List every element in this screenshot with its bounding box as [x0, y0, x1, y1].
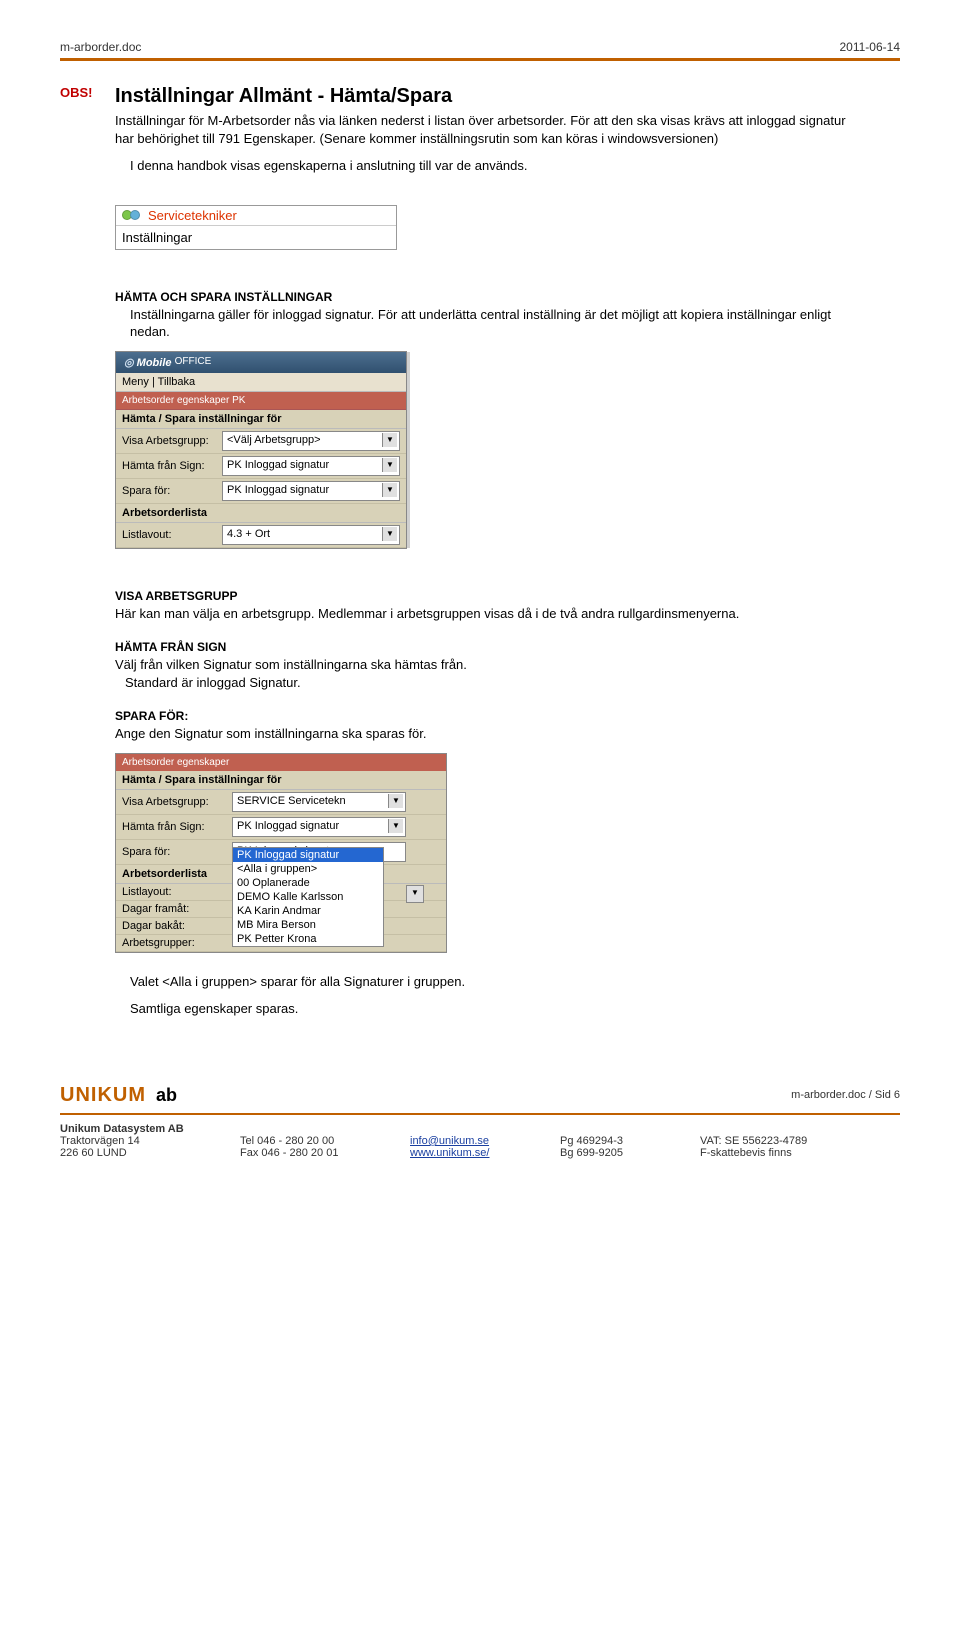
logo-text-2: ab [156, 1085, 177, 1106]
addr-1: Traktorvägen 14 [60, 1135, 240, 1147]
egenskaper-section: Arbetsorder egenskaper [116, 754, 446, 771]
hamta-spara-text: Inställningarna gäller för inloggad sign… [130, 306, 860, 341]
footer-divider [60, 1113, 900, 1115]
row-listlayout: Listlavout: 4.3 + Ort [116, 523, 406, 548]
page-title: Inställningar Allmänt - Hämta/Spara [115, 85, 860, 108]
eg-dagar-bakat-label: Dagar bakåt: [122, 920, 232, 932]
eg-row-hamta-fran-sign: Hämta från Sign: PK Inloggad signatur [116, 815, 446, 840]
header-divider [60, 58, 900, 61]
unikum-logo: UNIKUM ab [60, 1084, 900, 1107]
option-item[interactable]: 00 Oplanerade [233, 876, 383, 890]
email-link[interactable]: info@unikum.se [410, 1135, 489, 1147]
eg-visa-arbetsgrupp-select[interactable]: SERVICE Servicetekn [232, 792, 406, 812]
hamtasign-line2: Standard är inloggad Signatur. [125, 674, 860, 692]
spara-for-select[interactable]: PK Inloggad signatur [222, 481, 400, 501]
brand-mobile: Mobile [137, 357, 172, 369]
hamta-spara-panel-label: Hämta / Spara inställningar för [116, 410, 406, 429]
row-hamta-fran-sign: Hämta från Sign: PK Inloggad signatur [116, 454, 406, 479]
visa-heading: VISA ARBETSGRUPP [115, 589, 860, 603]
option-item[interactable]: KA Karin Andmar [233, 904, 383, 918]
mobile-office-panel: ◎ Mobile OFFICE Meny | Tillbaka Arbetsor… [115, 351, 407, 549]
servicetekniker-panel: Servicetekniker Inställningar [115, 205, 397, 250]
visa-arbetsgrupp-label: Visa Arbetsgrupp: [122, 435, 222, 447]
bg: Bg 699-9205 [560, 1147, 700, 1159]
settings-link[interactable]: Inställningar [116, 226, 396, 249]
option-item[interactable]: MB Mira Berson [233, 918, 383, 932]
sparafor-text: Ange den Signatur som inställningarna sk… [115, 725, 860, 743]
eg-arbetsgrupper-label: Arbetsgrupper: [122, 937, 232, 949]
people-icon [122, 208, 142, 222]
page-header: m-arborder.doc 2011-06-14 [60, 40, 900, 54]
brand-office: OFFICE [175, 356, 212, 367]
mobile-office-titlebar: ◎ Mobile OFFICE [116, 352, 406, 373]
egenskaper-panel-label: Hämta / Spara inställningar för [116, 771, 446, 790]
mobile-office-nav[interactable]: Meny | Tillbaka [116, 373, 406, 392]
web-link[interactable]: www.unikum.se/ [410, 1147, 489, 1159]
dropdown-arrow-icon[interactable]: ▼ [406, 885, 424, 903]
eg-hamta-fran-sign-label: Hämta från Sign: [122, 821, 232, 833]
page-ref: m-arborder.doc / Sid 6 [791, 1089, 900, 1101]
visa-arbetsgrupp-select[interactable]: <Välj Arbetsgrupp> [222, 431, 400, 451]
eg-hamta-fran-sign-select[interactable]: PK Inloggad signatur [232, 817, 406, 837]
spara-for-label: Spara för: [122, 485, 222, 497]
hamtasign-line1: Välj från vilken Signatur som inställnin… [115, 656, 860, 674]
row-visa-arbetsgrupp: Visa Arbetsgrupp: <Välj Arbetsgrupp> [116, 429, 406, 454]
phone: Tel 046 - 280 20 00 [240, 1135, 410, 1147]
hamtasign-heading: HÄMTA FRÅN SIGN [115, 640, 860, 654]
handbook-note: I denna handbok visas egenskaperna i ans… [130, 157, 860, 175]
hamta-spara-heading: HÄMTA OCH SPARA INSTÄLLNINGAR [115, 290, 860, 304]
option-item[interactable]: PK Petter Krona [233, 932, 383, 946]
eg-dagar-framat-label: Dagar framåt: [122, 903, 232, 915]
option-item[interactable]: PK Inloggad signatur [233, 848, 383, 862]
scrollbar[interactable] [407, 352, 410, 548]
page-footer: UNIKUM ab m-arborder.doc / Sid 6 Unikum … [60, 1078, 900, 1159]
mobile-office-section: Arbetsorder egenskaper PK [116, 392, 406, 410]
vat: VAT: SE 556223-4789 [700, 1135, 870, 1147]
doc-name: m-arborder.doc [60, 40, 141, 54]
logo-text-1: UNIKUM [60, 1084, 146, 1107]
final-line-2: Samtliga egenskaper sparas. [130, 1000, 860, 1018]
addr-2: 226 60 LUND [60, 1147, 240, 1159]
visa-text: Här kan man välja en arbetsgrupp. Medlem… [115, 605, 860, 623]
row-spara-for: Spara för: PK Inloggad signatur [116, 479, 406, 504]
doc-date: 2011-06-14 [840, 40, 901, 54]
fax: Fax 046 - 280 20 01 [240, 1147, 410, 1159]
listlayout-select[interactable]: 4.3 + Ort [222, 525, 400, 545]
obs-label: OBS! [60, 85, 100, 100]
company-name: Unikum Datasystem AB [60, 1123, 240, 1135]
intro-text: Inställningar för M-Arbetsorder nås via … [115, 112, 860, 147]
footer-grid: Unikum Datasystem AB Traktorvägen 14 Tel… [60, 1123, 900, 1159]
eg-spara-for-label: Spara för: [122, 846, 232, 858]
eg-listlayout-label: Listlayout: [122, 886, 232, 898]
hamta-fran-sign-label: Hämta från Sign: [122, 460, 222, 472]
option-item[interactable]: DEMO Kalle Karlsson [233, 890, 383, 904]
sparafor-heading: SPARA FÖR: [115, 709, 860, 723]
fskatt: F-skattebevis finns [700, 1147, 870, 1159]
pg: Pg 469294-3 [560, 1135, 700, 1147]
eg-visa-arbetsgrupp-label: Visa Arbetsgrupp: [122, 796, 232, 808]
egenskaper-panel: Arbetsorder egenskaper Hämta / Spara ins… [115, 753, 447, 953]
eg-row-visa-arbetsgrupp: Visa Arbetsgrupp: SERVICE Servicetekn [116, 790, 446, 815]
option-item[interactable]: <Alla i gruppen> [233, 862, 383, 876]
spara-for-options-list[interactable]: PK Inloggad signatur<Alla i gruppen>00 O… [232, 847, 384, 947]
arbetsorderlista-label: Arbetsorderlista [116, 504, 406, 523]
final-line-1: Valet <Alla i gruppen> sparar för alla S… [130, 973, 860, 991]
listlayout-label: Listlavout: [122, 529, 222, 541]
hamta-fran-sign-select[interactable]: PK Inloggad signatur [222, 456, 400, 476]
role-label: Servicetekniker [148, 208, 237, 223]
